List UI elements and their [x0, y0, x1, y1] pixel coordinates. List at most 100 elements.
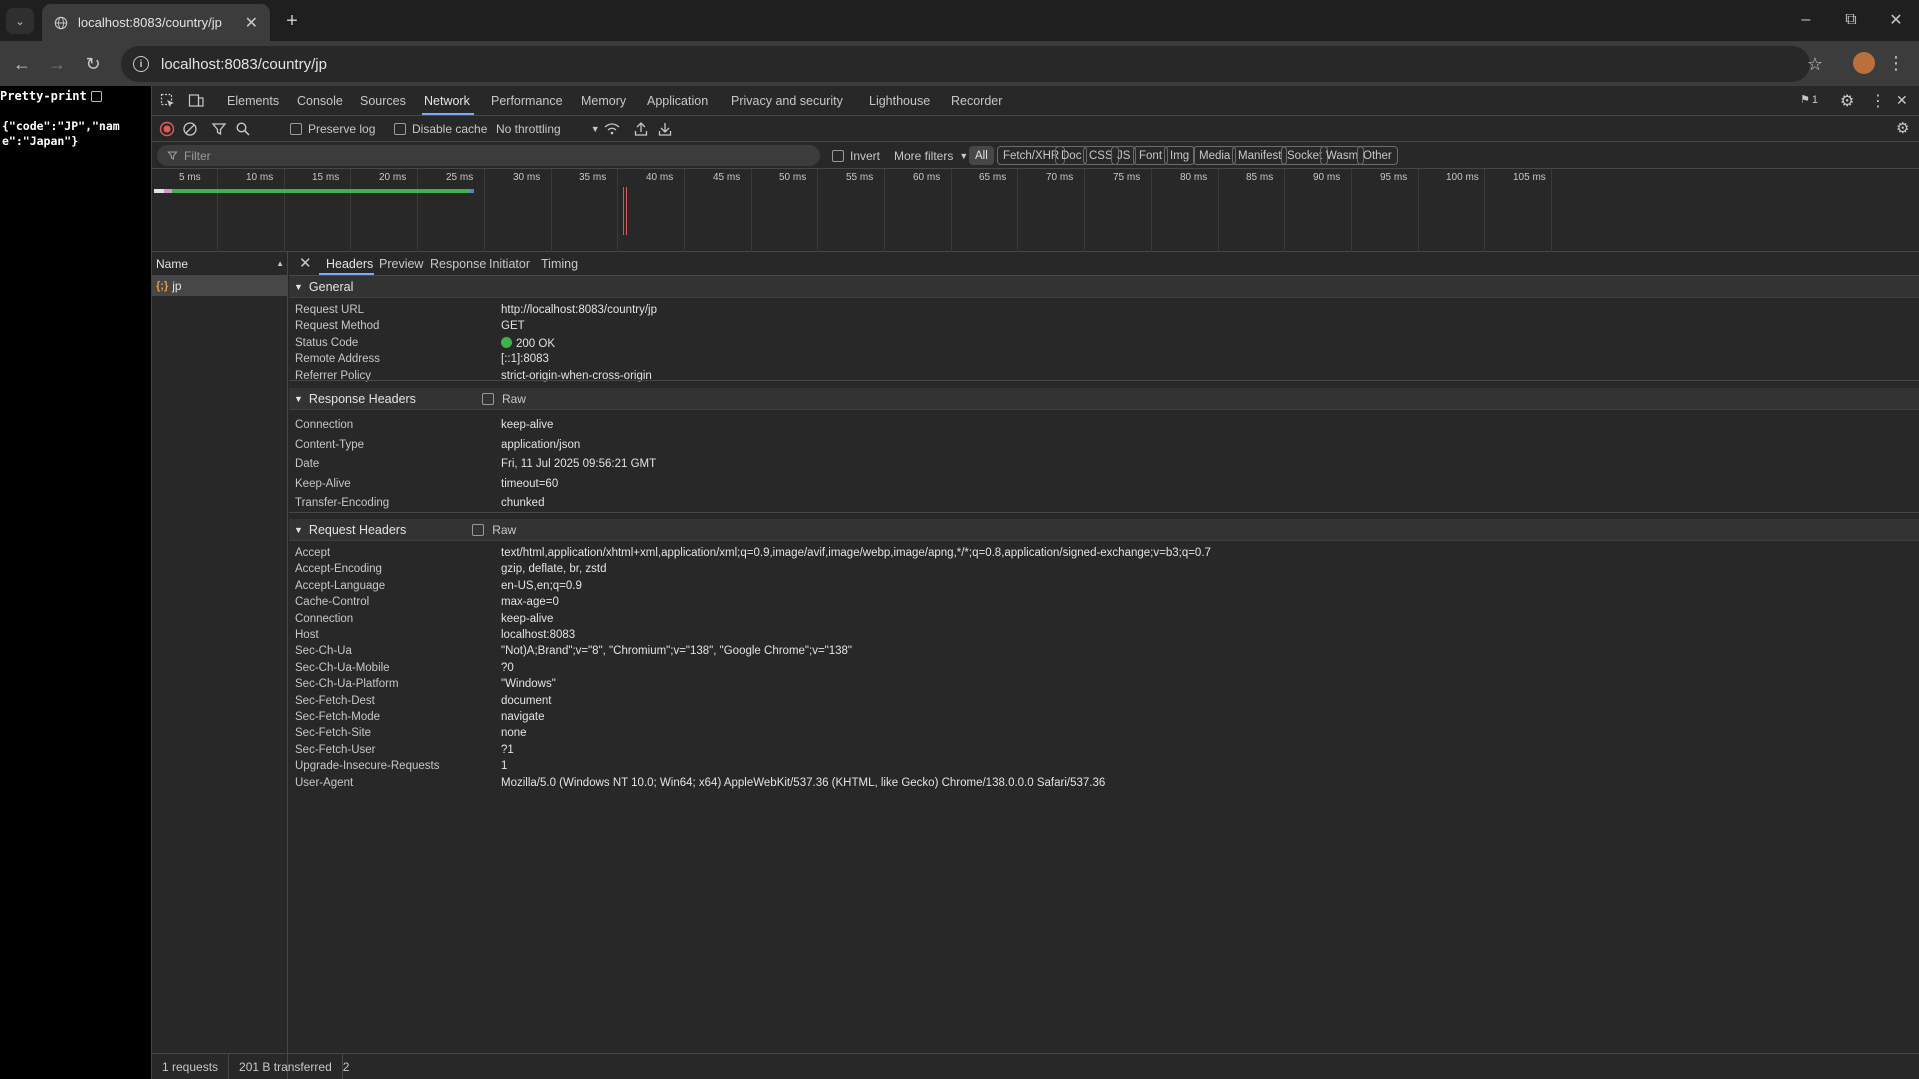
- header-value: GET: [501, 320, 525, 333]
- header-key: Remote Address: [295, 353, 381, 366]
- more-filters-dropdown[interactable]: More filters ▼: [894, 149, 968, 163]
- network-toolbar: Preserve log Disable cache No throttling…: [152, 116, 1919, 142]
- search-icon[interactable]: [235, 121, 251, 137]
- preserve-log-checkbox[interactable]: [290, 123, 302, 135]
- request-headers-title: Request Headers: [308, 522, 407, 537]
- timeline-gridline: [1551, 169, 1552, 252]
- forward-icon[interactable]: →: [42, 49, 72, 79]
- tab-memory[interactable]: Memory: [581, 94, 626, 108]
- request-raw-toggle[interactable]: Raw: [472, 523, 516, 537]
- filter-chip-media[interactable]: Media: [1193, 146, 1237, 165]
- close-window-icon[interactable]: ✕: [1881, 8, 1911, 32]
- filter-input[interactable]: Filter: [157, 145, 820, 166]
- request-list-header[interactable]: Name ▲: [152, 252, 288, 276]
- filter-chip-img[interactable]: Img: [1164, 146, 1196, 165]
- filter-funnel-icon[interactable]: [211, 121, 227, 137]
- export-har-icon[interactable]: [658, 121, 672, 137]
- tab-lighthouse[interactable]: Lighthouse: [869, 94, 930, 108]
- devtools-menu-icon[interactable]: ⋮: [1870, 91, 1886, 111]
- filter-chip-other[interactable]: Other: [1357, 146, 1398, 165]
- browser-tab[interactable]: localhost:8083/country/jp ✕: [42, 4, 270, 41]
- response-raw-checkbox[interactable]: [481, 392, 494, 405]
- timeline-tick-label: 30 ms: [513, 172, 541, 183]
- header-value: ?0: [501, 661, 514, 674]
- timeline-gridline: [684, 169, 685, 252]
- header-value: Mozilla/5.0 (Windows NT 10.0; Win64; x64…: [501, 776, 1106, 789]
- request-details-pane: ✕ Headers Preview Response Initiator Tim…: [289, 252, 1919, 887]
- details-tab-headers[interactable]: Headers: [326, 257, 373, 271]
- invert-checkbox[interactable]: [832, 150, 844, 162]
- browser-menu-icon[interactable]: ⋮: [1887, 53, 1905, 74]
- general-section-header[interactable]: ▼ General: [289, 276, 1919, 298]
- bookmark-star-icon[interactable]: ☆: [1807, 54, 1823, 75]
- close-devtools-icon[interactable]: ✕: [1896, 92, 1908, 109]
- tab-console[interactable]: Console: [297, 94, 343, 108]
- filter-chip-all[interactable]: All: [969, 146, 994, 165]
- network-settings-gear-icon[interactable]: ⚙: [1896, 119, 1909, 137]
- invert-label: Invert: [850, 149, 881, 163]
- tab-sources[interactable]: Sources: [360, 94, 406, 108]
- preserve-log-toggle[interactable]: Preserve log: [290, 122, 375, 136]
- clear-icon[interactable]: [182, 121, 198, 137]
- address-bar[interactable]: i localhost:8083/country/jp: [121, 46, 1810, 82]
- header-key: Transfer-Encoding: [295, 497, 390, 510]
- name-column-header[interactable]: Name: [156, 257, 188, 271]
- site-info-icon[interactable]: i: [133, 56, 149, 72]
- response-raw-toggle[interactable]: Raw: [481, 392, 526, 406]
- timeline-gridline: [417, 169, 418, 252]
- response-headers-section-header[interactable]: ▼ Response Headers Raw: [289, 388, 1919, 410]
- header-value: http://localhost:8083/country/jp: [501, 304, 657, 316]
- general-section-title: General: [308, 279, 354, 294]
- timeline-bar-queue: [154, 189, 164, 193]
- details-tab-timing[interactable]: Timing: [541, 257, 578, 271]
- record-stop-icon[interactable]: [159, 121, 175, 137]
- request-row[interactable]: {;} jp: [152, 276, 288, 296]
- timeline-tick-label: 90 ms: [1313, 172, 1341, 183]
- details-tab-response[interactable]: Response: [430, 257, 486, 271]
- response-headers-title: Response Headers: [308, 391, 416, 406]
- import-har-icon[interactable]: [634, 121, 648, 137]
- pretty-print-toggle[interactable]: Pretty-print: [0, 89, 102, 103]
- tab-network[interactable]: Network: [424, 94, 470, 108]
- tab-performance[interactable]: Performance: [491, 94, 563, 108]
- tab-recorder[interactable]: Recorder: [951, 94, 1002, 108]
- filter-chip-manifest[interactable]: Manifest: [1232, 146, 1288, 165]
- minimize-icon[interactable]: –: [1791, 8, 1821, 32]
- header-key: Accept: [295, 547, 331, 559]
- header-key: Accept-Language: [295, 579, 386, 592]
- tab-search-button[interactable]: ⌄: [6, 8, 34, 34]
- globe-icon: [54, 16, 68, 29]
- header-key: Sec-Ch-Ua-Mobile: [295, 661, 390, 674]
- tab-elements[interactable]: Elements: [227, 94, 279, 108]
- address-url[interactable]: localhost:8083/country/jp: [161, 56, 327, 73]
- disable-cache-toggle[interactable]: Disable cache: [394, 122, 487, 136]
- new-tab-button[interactable]: +: [281, 10, 303, 32]
- inspect-element-icon[interactable]: [160, 93, 176, 109]
- filter-chip-font[interactable]: Font: [1133, 146, 1169, 165]
- network-conditions-icon[interactable]: [603, 121, 621, 137]
- request-raw-checkbox[interactable]: [472, 523, 485, 536]
- pretty-print-checkbox[interactable]: [90, 90, 102, 102]
- settings-gear-icon[interactable]: ⚙: [1840, 91, 1854, 111]
- sort-ascending-icon: ▲: [276, 259, 284, 268]
- close-details-icon[interactable]: ✕: [299, 254, 312, 272]
- restore-icon[interactable]: ⧉: [1836, 8, 1866, 32]
- header-key: User-Agent: [295, 776, 354, 789]
- tab-privacy-security[interactable]: Privacy and security: [731, 94, 843, 108]
- close-tab-icon[interactable]: ✕: [245, 13, 258, 33]
- request-headers-section-header[interactable]: ▼ Request Headers Raw: [289, 519, 1919, 541]
- tab-application[interactable]: Application: [647, 94, 708, 108]
- back-icon[interactable]: ←: [7, 49, 37, 79]
- issues-counter[interactable]: ⚑ 1: [1800, 93, 1818, 107]
- throttling-select[interactable]: No throttling ▼: [496, 122, 600, 136]
- device-toolbar-icon[interactable]: [188, 93, 204, 109]
- invert-toggle[interactable]: Invert: [832, 149, 880, 163]
- profile-avatar[interactable]: [1853, 52, 1875, 74]
- reload-icon[interactable]: ↻: [78, 49, 108, 79]
- json-request-icon: {;}: [156, 280, 169, 292]
- details-tab-preview[interactable]: Preview: [379, 257, 423, 271]
- network-timeline-overview[interactable]: 5 ms 10 ms 15 ms 20 ms 25 ms 30 ms 35 ms 40 ms 4…: [152, 169, 1919, 252]
- disable-cache-checkbox[interactable]: [394, 123, 406, 135]
- timeline-gridline: [217, 169, 218, 252]
- details-tab-initiator[interactable]: Initiator: [489, 257, 530, 271]
